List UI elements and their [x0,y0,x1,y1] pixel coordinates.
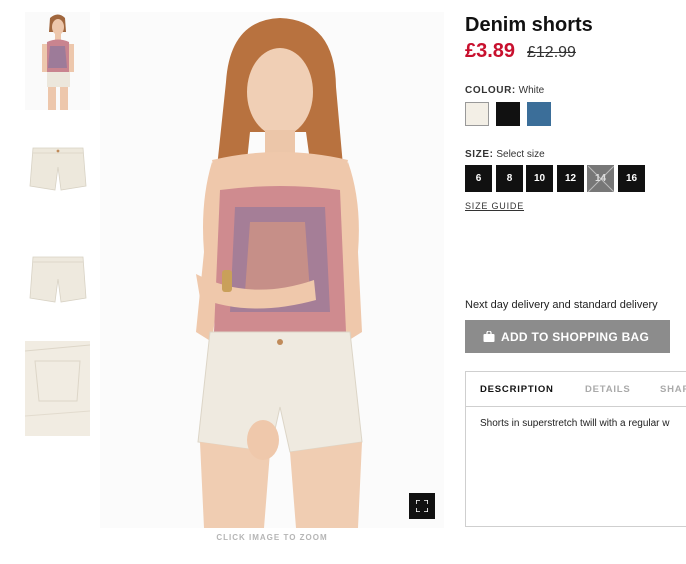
thumbnail-model[interactable] [25,12,90,110]
tab-share[interactable]: SHAR [660,384,686,395]
sale-price: £3.89 [465,40,516,62]
original-price: £12.99 [527,44,576,61]
size-label: SIZE: [465,149,494,160]
size-option-6[interactable]: 6 [465,165,492,192]
thumbnail-shorts-front[interactable] [25,140,90,194]
size-option-16[interactable]: 16 [618,165,645,192]
size-option-8[interactable]: 8 [496,165,523,192]
size-option-10[interactable]: 10 [526,165,553,192]
main-product-image[interactable] [100,12,444,528]
fullscreen-zoom-button[interactable] [409,493,435,519]
size-prompt: Select size [496,149,545,160]
selected-colour: White [518,85,545,96]
size-guide-link[interactable]: SIZE GUIDE [465,201,524,211]
thumbnail-shorts-detail[interactable] [25,341,90,436]
shopping-bag-icon [483,331,495,342]
expand-icon [416,500,428,512]
shorts-back-thumbnail-image [25,252,90,306]
shorts-front-thumbnail-image [25,140,90,194]
zoom-caption: CLICK IMAGE TO ZOOM [216,533,328,542]
product-title: Denim shorts [465,14,593,36]
shorts-detail-thumbnail-image [25,341,90,436]
size-label-row: SIZE: Select size [465,149,545,160]
model-photo [100,12,444,528]
colour-label: COLOUR: [465,85,516,96]
swatch-black[interactable] [496,102,520,126]
swatch-white[interactable] [465,102,489,126]
delivery-info: Next day delivery and standard delivery [465,299,658,311]
add-to-bag-button[interactable]: ADD TO SHOPPING BAG [465,320,670,353]
tab-description[interactable]: DESCRIPTION [480,384,554,395]
colour-label-row: COLOUR: White [465,85,544,96]
model-thumbnail-image [25,12,90,110]
tab-details[interactable]: DETAILS [585,384,631,395]
add-to-bag-label: ADD TO SHOPPING BAG [501,329,650,344]
size-option-14-unavailable[interactable]: 14 [587,165,614,192]
swatch-blue[interactable] [527,102,551,126]
description-text: Shorts in superstretch twill with a regu… [480,418,670,429]
thumbnail-shorts-back[interactable] [25,252,90,306]
tab-row: DESCRIPTION DETAILS SHAR [466,372,686,407]
product-info-tabs: DESCRIPTION DETAILS SHAR Shorts in super… [465,371,686,527]
size-option-12[interactable]: 12 [557,165,584,192]
